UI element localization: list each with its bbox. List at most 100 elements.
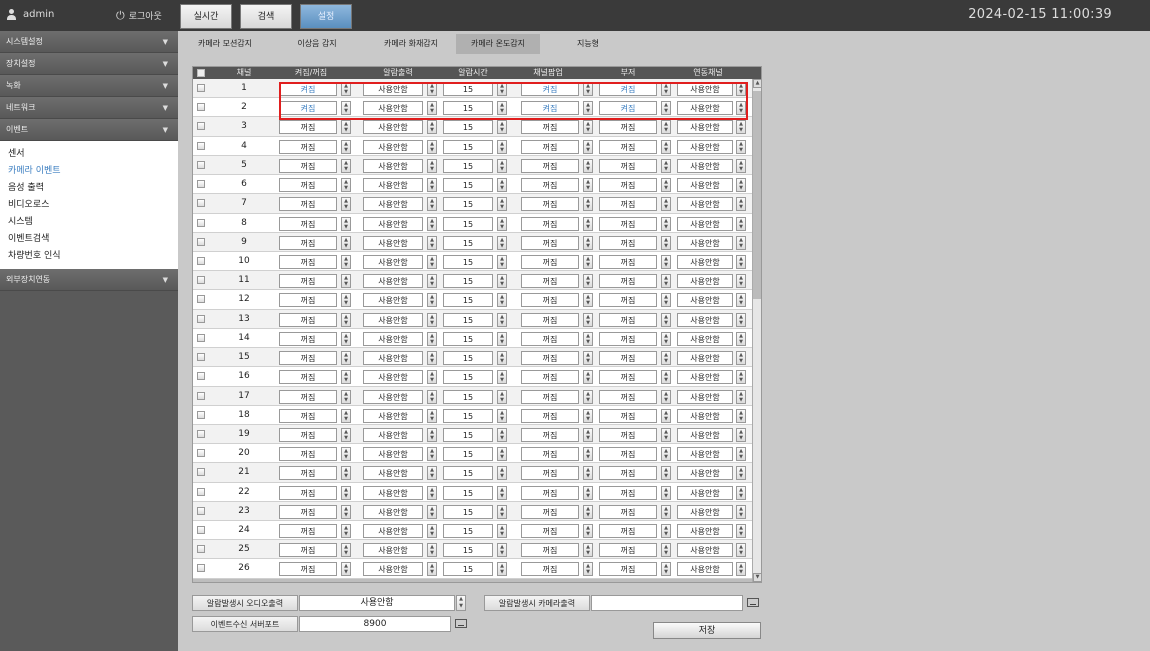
spinner-icon[interactable]: ▲ ▼	[427, 158, 437, 173]
spinner-icon[interactable]: ▲ ▼	[427, 427, 437, 442]
onoff-field[interactable]: 꺼짐	[279, 235, 337, 250]
popup-field[interactable]: 꺼짐	[521, 427, 579, 442]
spinner-icon[interactable]: ▲ ▼	[341, 274, 351, 289]
subtab-abnormal-sound[interactable]: 이상음 감지	[286, 34, 348, 54]
alarm-output-field[interactable]: 사용안함	[363, 427, 423, 442]
spinner-icon[interactable]: ▲ ▼	[497, 312, 507, 327]
alarm-time-field[interactable]: 15	[443, 504, 493, 519]
onoff-field[interactable]: 꺼짐	[279, 447, 337, 462]
spinner-icon[interactable]: ▲ ▼	[341, 543, 351, 558]
spinner-icon[interactable]: ▲ ▼	[427, 504, 437, 519]
spinner-icon[interactable]: ▲ ▼	[497, 216, 507, 231]
spinner-icon[interactable]: ▲ ▼	[427, 408, 437, 423]
buzzer-field[interactable]: 꺼짐	[599, 331, 657, 346]
spinner-icon[interactable]: ▲ ▼	[661, 524, 671, 539]
buzzer-field[interactable]: 꺼짐	[599, 543, 657, 558]
spinner-icon[interactable]: ▲ ▼	[736, 504, 746, 519]
buzzer-field[interactable]: 꺼짐	[599, 370, 657, 385]
spinner-icon[interactable]: ▲ ▼	[497, 120, 507, 135]
spinner-icon[interactable]: ▲ ▼	[661, 408, 671, 423]
alarm-output-field[interactable]: 사용안함	[363, 293, 423, 308]
spinner-icon[interactable]: ▲ ▼	[661, 447, 671, 462]
buzzer-field[interactable]: 꺼짐	[599, 351, 657, 366]
alarm-time-field[interactable]: 15	[443, 293, 493, 308]
spinner-icon[interactable]: ▲ ▼	[497, 504, 507, 519]
spinner-icon[interactable]: ▲ ▼	[427, 139, 437, 154]
submenu-system[interactable]: 시스템	[8, 214, 178, 231]
link-channel-field[interactable]: 사용안함	[677, 408, 733, 423]
spinner-icon[interactable]: ▲ ▼	[736, 178, 746, 193]
spinner-icon[interactable]: ▲ ▼	[497, 524, 507, 539]
alarm-time-field[interactable]: 15	[443, 139, 493, 154]
spinner-icon[interactable]: ▲ ▼	[497, 235, 507, 250]
row-checkbox[interactable]	[197, 199, 205, 208]
spinner-icon[interactable]: ▲ ▼	[341, 139, 351, 154]
spinner-icon[interactable]: ▲ ▼	[341, 389, 351, 404]
submenu-plate-recognition[interactable]: 차량번호 인식	[8, 248, 178, 265]
buzzer-field[interactable]: 꺼짐	[599, 158, 657, 173]
spinner-icon[interactable]: ▲ ▼	[427, 235, 437, 250]
onoff-field[interactable]: 꺼짐	[279, 139, 337, 154]
alarm-output-field[interactable]: 사용안함	[363, 254, 423, 269]
audio-output-field[interactable]: 사용안함	[299, 595, 455, 611]
row-checkbox[interactable]	[197, 141, 205, 150]
link-channel-field[interactable]: 사용안함	[677, 158, 733, 173]
link-channel-field[interactable]: 사용안함	[677, 351, 733, 366]
alarm-output-field[interactable]: 사용안함	[363, 485, 423, 500]
spinner-icon[interactable]: ▲ ▼	[661, 485, 671, 500]
spinner-icon[interactable]: ▲ ▼	[736, 158, 746, 173]
sidebar-item-recording[interactable]: 녹화 ▼	[0, 75, 178, 97]
sidebar-item-network[interactable]: 네트워크 ▼	[0, 97, 178, 119]
popup-field[interactable]: 꺼짐	[521, 254, 579, 269]
link-channel-field[interactable]: 사용안함	[677, 331, 733, 346]
spinner-icon[interactable]: ▲ ▼	[341, 466, 351, 481]
keyboard-icon[interactable]	[455, 619, 467, 628]
spinner-icon[interactable]: ▲ ▼	[736, 254, 746, 269]
alarm-time-field[interactable]: 15	[443, 389, 493, 404]
onoff-field[interactable]: 꺼짐	[279, 293, 337, 308]
alarm-output-field[interactable]: 사용안함	[363, 351, 423, 366]
alarm-time-field[interactable]: 15	[443, 370, 493, 385]
buzzer-field[interactable]: 꺼짐	[599, 293, 657, 308]
row-checkbox[interactable]	[197, 564, 205, 573]
spinner-icon[interactable]: ▲ ▼	[341, 178, 351, 193]
spinner-icon[interactable]: ▲ ▼	[661, 543, 671, 558]
spinner-icon[interactable]: ▲ ▼	[341, 216, 351, 231]
alarm-time-field[interactable]: 15	[443, 447, 493, 462]
spinner-icon[interactable]: ▲ ▼	[341, 254, 351, 269]
alarm-time-field[interactable]: 15	[443, 312, 493, 327]
spinner-icon[interactable]: ▲ ▼	[341, 235, 351, 250]
spinner-icon[interactable]: ▲ ▼	[583, 351, 593, 366]
alarm-time-field[interactable]: 15	[443, 524, 493, 539]
row-checkbox[interactable]	[197, 333, 205, 342]
spinner-icon[interactable]: ▲ ▼	[583, 197, 593, 212]
table-scrollbar[interactable]: ▲ ▼	[752, 79, 762, 582]
submenu-event-search[interactable]: 이벤트검색	[8, 231, 178, 248]
sidebar-item-system[interactable]: 시스템설정 ▼	[0, 31, 178, 53]
alarm-time-field[interactable]: 15	[443, 485, 493, 500]
spinner-icon[interactable]: ▲ ▼	[341, 293, 351, 308]
tab-settings[interactable]: 설정	[300, 4, 352, 29]
spinner-icon[interactable]: ▲ ▼	[583, 178, 593, 193]
spinner-icon[interactable]: ▲ ▼	[497, 562, 507, 577]
row-checkbox[interactable]	[197, 103, 205, 112]
spinner-icon[interactable]: ▲ ▼	[736, 427, 746, 442]
alarm-output-field[interactable]: 사용안함	[363, 139, 423, 154]
spinner-icon[interactable]: ▲ ▼	[736, 408, 746, 423]
spinner-icon[interactable]: ▲ ▼	[661, 466, 671, 481]
row-checkbox[interactable]	[197, 468, 205, 477]
onoff-field[interactable]: 꺼짐	[279, 427, 337, 442]
link-channel-field[interactable]: 사용안함	[677, 427, 733, 442]
spinner-icon[interactable]: ▲ ▼	[427, 178, 437, 193]
alarm-time-field[interactable]: 15	[443, 331, 493, 346]
spinner-icon[interactable]: ▲ ▼	[736, 139, 746, 154]
onoff-field[interactable]: 꺼짐	[279, 389, 337, 404]
link-channel-field[interactable]: 사용안함	[677, 466, 733, 481]
spinner-icon[interactable]: ▲ ▼	[341, 312, 351, 327]
spinner-icon[interactable]: ▲ ▼	[583, 543, 593, 558]
spinner-icon[interactable]: ▲ ▼	[497, 197, 507, 212]
server-port-field[interactable]: 8900	[299, 616, 451, 632]
spinner-icon[interactable]: ▲ ▼	[497, 158, 507, 173]
alarm-output-field[interactable]: 사용안함	[363, 504, 423, 519]
onoff-field[interactable]: 꺼짐	[279, 351, 337, 366]
